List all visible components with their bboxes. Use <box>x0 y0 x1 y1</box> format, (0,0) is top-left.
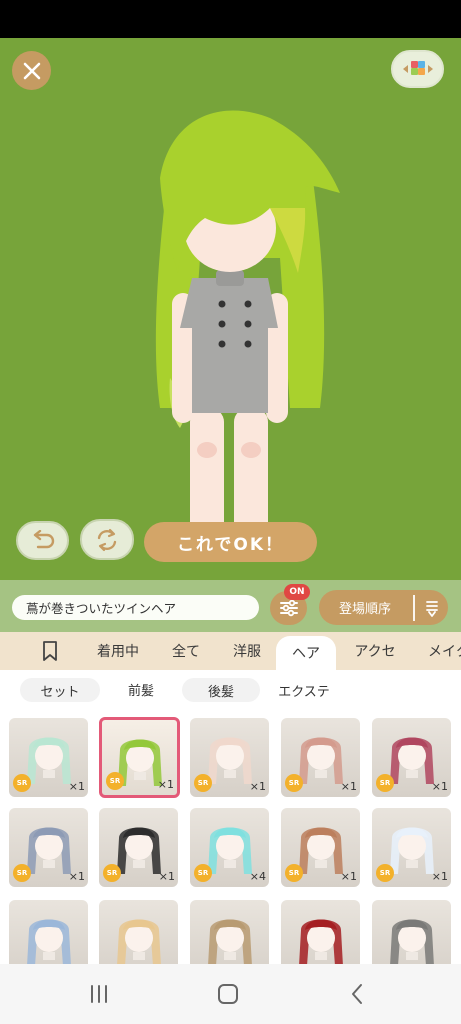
item-count: ×1 <box>340 870 357 883</box>
hair-thumbnail <box>116 919 161 964</box>
item-count: ×1 <box>431 780 448 793</box>
hair-item-card[interactable]: SR ×4 <box>190 808 269 887</box>
hair-item-card[interactable]: SR ×1 <box>99 717 180 798</box>
hair-item-card[interactable] <box>372 900 451 964</box>
system-nav-bar <box>0 964 461 1024</box>
hair-item-card[interactable]: SR ×1 <box>281 808 360 887</box>
rarity-badge: SR <box>13 774 31 792</box>
hair-item-card[interactable]: SR ×1 <box>99 808 178 887</box>
hair-item-card[interactable]: SR ×1 <box>9 808 88 887</box>
hair-item-card[interactable]: SR ×1 <box>281 718 360 797</box>
reset-button[interactable] <box>80 519 134 560</box>
hair-item-card[interactable]: SR ×1 <box>372 718 451 797</box>
item-count: ×1 <box>340 780 357 793</box>
rarity-badge: SR <box>285 864 303 882</box>
hair-item-card[interactable]: SR ×1 <box>190 718 269 797</box>
recent-apps-icon <box>91 985 107 1003</box>
home-button[interactable] <box>213 982 243 1006</box>
sort-divider <box>413 594 415 621</box>
avatar-figure <box>155 110 340 550</box>
tab-clothes[interactable]: 洋服 <box>220 632 274 670</box>
tab-hair[interactable]: ヘア <box>276 636 336 670</box>
back-icon <box>352 984 362 1004</box>
filter-bar: 蔦が巻きついたツインヘア ON 登場順序 <box>0 580 461 632</box>
hair-thumbnail <box>298 919 343 964</box>
hair-item-card[interactable]: SR ×1 <box>372 808 451 887</box>
undo-button[interactable] <box>16 521 69 560</box>
subtab-extensions[interactable]: エクステ <box>262 678 346 702</box>
subtab-bangs[interactable]: 前髪 <box>102 674 180 704</box>
palette-icon <box>402 61 433 75</box>
rarity-badge: SR <box>194 864 212 882</box>
sort-order-label: 登場順序 <box>339 602 392 617</box>
sub-tabs: セット 前髪 後髪 エクステ <box>0 670 461 708</box>
search-input[interactable]: 蔦が巻きついたツインヘア <box>12 595 259 620</box>
hair-thumbnail <box>389 919 434 964</box>
hair-item-card[interactable] <box>281 900 360 964</box>
item-grid: SR ×1 SR ×1 SR ×1 SR ×1 SR ×1 SR ×1 SR ×1 SR ×4 SR ×1 SR ×1 <box>0 708 461 964</box>
sort-order-button[interactable]: 登場順序 <box>319 590 448 625</box>
item-count: ×1 <box>158 870 175 883</box>
confirm-ok-button[interactable]: これでOK！ <box>144 522 317 562</box>
hair-thumbnail <box>207 919 252 964</box>
home-icon <box>218 984 238 1004</box>
item-count: ×4 <box>249 870 266 883</box>
hair-item-card[interactable] <box>99 900 178 964</box>
tab-all[interactable]: 全て <box>160 632 212 670</box>
close-button[interactable] <box>12 51 51 90</box>
filter-on-badge: ON <box>284 584 310 600</box>
recent-apps-button[interactable] <box>84 982 114 1006</box>
subtab-back-hair[interactable]: 後髪 <box>182 678 260 702</box>
bookmark-icon <box>43 641 57 661</box>
category-tabs: 着用中 全て 洋服 ヘア アクセ メイク <box>0 632 461 670</box>
rarity-badge: SR <box>285 774 303 792</box>
rarity-badge: SR <box>194 774 212 792</box>
tab-bookmark[interactable] <box>24 632 76 670</box>
item-count: ×1 <box>68 870 85 883</box>
close-icon <box>23 62 40 79</box>
back-button[interactable] <box>342 982 372 1006</box>
background-palette-button[interactable] <box>391 50 444 88</box>
subtab-set[interactable]: セット <box>20 678 100 702</box>
item-count: ×1 <box>431 870 448 883</box>
hair-thumbnail <box>26 919 71 964</box>
hair-item-card[interactable]: SR ×1 <box>9 718 88 797</box>
rarity-badge: SR <box>376 864 394 882</box>
rarity-badge: SR <box>376 774 394 792</box>
hair-item-card[interactable] <box>190 900 269 964</box>
item-count: ×1 <box>68 780 85 793</box>
refresh-icon <box>97 528 117 551</box>
tab-wearing[interactable]: 着用中 <box>86 632 150 670</box>
rarity-badge: SR <box>106 772 124 790</box>
rarity-badge: SR <box>103 864 121 882</box>
status-bar <box>0 0 461 38</box>
item-count: ×1 <box>157 778 174 791</box>
tab-makeup[interactable]: メイク <box>414 632 461 670</box>
sliders-icon <box>279 599 298 617</box>
rarity-badge: SR <box>13 864 31 882</box>
hair-item-card[interactable] <box>9 900 88 964</box>
tab-accessory[interactable]: アクセ <box>342 632 408 670</box>
avatar-stage: これでOK！ <box>0 38 461 580</box>
undo-icon <box>33 529 54 548</box>
item-count: ×1 <box>249 780 266 793</box>
sort-direction-icon[interactable] <box>415 599 448 617</box>
